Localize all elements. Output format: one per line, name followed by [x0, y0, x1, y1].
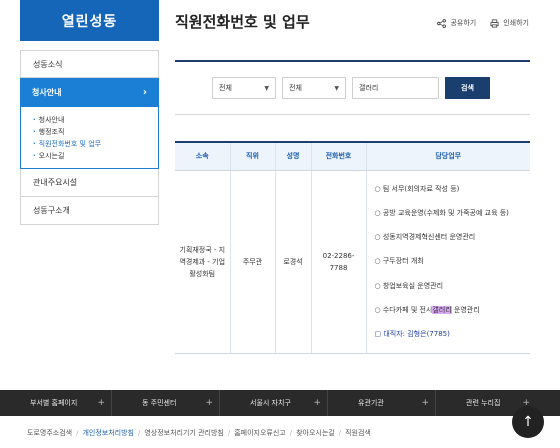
print-label: 인쇄하기: [503, 19, 529, 27]
share-label: 공유하기: [450, 19, 477, 27]
plus-icon: +: [205, 398, 213, 408]
footer-link-directions[interactable]: 찾아오시는길: [296, 428, 335, 438]
arrow-up-icon: ↑: [522, 414, 534, 430]
sidebar-item-office-guide[interactable]: 청사안내 ›: [20, 78, 159, 107]
field-select-value: 전체: [289, 84, 302, 92]
footer-nav-related-orgs[interactable]: 유관기관 +: [328, 390, 436, 416]
cell-dept: 기획재정국 - 지역경제과 - 기업활성화팀: [175, 170, 230, 354]
footer-nav-community-centers[interactable]: 동 주민센터 +: [112, 390, 220, 416]
sidebar-submenu: 청사안내 행정조직 직원전화번호 및 업무 오시는길: [20, 107, 159, 169]
separator: /: [76, 429, 79, 437]
page-tools: 공유하기 인쇄하기: [437, 18, 529, 28]
duty-item-highlighted: 수다카페 및 전시갤러리 운영관리: [375, 298, 531, 322]
footer-nav-label: 서울시 자치구: [250, 399, 291, 407]
col-header-duties: 담당업무: [365, 141, 530, 171]
caret-down-icon: ▼: [264, 84, 269, 92]
cell-duties: 팀 서무(회의자료 작성 등) 공방 교육운영(수제화 및 가죽공예 교육 등)…: [365, 170, 531, 354]
cell-position: 주무관: [229, 170, 275, 354]
share-icon: [437, 18, 447, 28]
sidebar-item-news[interactable]: 성동소식: [20, 50, 159, 78]
col-header-name: 성명: [274, 141, 311, 171]
sidebar-item-district-intro[interactable]: 성동구소개: [20, 197, 159, 225]
footer-link-staff-search[interactable]: 직원검색: [345, 428, 371, 438]
department-select-value: 전체: [219, 84, 232, 92]
substitute-contact: 대직자: 김형은(7785): [375, 322, 531, 346]
duty-item: 성동지역경제혁신센터 운영관리: [375, 225, 531, 249]
footer-nav-seoul-districts[interactable]: 서울시 자치구 +: [220, 390, 328, 416]
footer-nav: 부서별 홈페이지 + 동 주민센터 + 서울시 자치구 + 유관기관 + 관련 …: [0, 390, 560, 416]
footer-links: 도로명주소검색 / 개인정보처리방침 / 영상정보처리기기 관리방침 / 홈페이…: [0, 418, 560, 448]
submenu-item-staff-directory[interactable]: 직원전화번호 및 업무: [33, 138, 146, 150]
duty-item: 구두장터 개최: [375, 249, 531, 273]
separator: /: [289, 429, 293, 437]
footer-nav-label: 유관기관: [358, 399, 384, 407]
footer-link-privacy-policy[interactable]: 개인정보처리방침: [82, 428, 134, 438]
footer-link-error-report[interactable]: 홈페이지오류신고: [234, 428, 286, 438]
field-select[interactable]: 전체 ▼: [282, 77, 346, 99]
plus-icon: +: [313, 398, 321, 408]
sidebar: 열린성동 성동소식 청사안내 › 청사안내 행정조직 직원전화번호 및 업무 오…: [20, 0, 159, 225]
duty-item: 창업보육실 운영관리: [375, 274, 531, 298]
chevron-right-icon: ›: [142, 87, 147, 98]
share-button[interactable]: 공유하기: [437, 18, 476, 28]
printer-icon: [490, 18, 499, 28]
cell-name: 로경석: [274, 170, 311, 354]
plus-icon: +: [421, 398, 429, 408]
search-highlight: 갤러리: [432, 305, 452, 314]
plus-icon: +: [97, 398, 105, 408]
table-row: 기획재정국 - 지역경제과 - 기업활성화팀 주무관 로경석 02-2286-7…: [175, 170, 531, 354]
footer-link-address-search[interactable]: 도로명주소검색: [27, 428, 72, 438]
col-header-position: 직위: [229, 141, 275, 171]
separator: /: [137, 429, 141, 437]
col-header-dept: 소속: [175, 141, 230, 171]
duty-text: 운영관리: [451, 305, 480, 314]
search-input[interactable]: 갤러리: [352, 77, 439, 99]
footer-nav-label: 동 주민센터: [142, 399, 177, 407]
footer-link-cctv-policy[interactable]: 영상정보처리기기 관리방침: [144, 428, 224, 438]
col-header-phone: 전화번호: [310, 141, 366, 171]
table-header-row: 소속 직위 성명 전화번호 담당업무: [175, 141, 530, 171]
footer-nav-label: 부서별 홈페이지: [30, 399, 78, 407]
footer-nav-dept-sites[interactable]: 부서별 홈페이지 +: [0, 390, 112, 416]
separator: /: [227, 429, 231, 437]
staff-table: 소속 직위 성명 전화번호 담당업무 기획재정국 - 지역경제과 - 기업활성화…: [175, 141, 530, 354]
duty-item: 팀 서무(회의자료 작성 등): [375, 177, 531, 201]
duty-text: 수다카페 및 전시: [382, 305, 433, 314]
sidebar-item-facilities[interactable]: 관내주요시설: [20, 169, 159, 197]
sidebar-title: 열린성동: [20, 0, 159, 41]
duty-item: 공방 교육운영(수제화 및 가죽공예 교육 등): [375, 201, 531, 225]
submenu-item-directions[interactable]: 오시는길: [33, 150, 146, 162]
separator: /: [338, 429, 342, 437]
submenu-item-office-guide[interactable]: 청사안내: [33, 114, 146, 126]
search-panel: 전체 ▼ 전체 ▼ 갤러리 검색: [175, 60, 530, 115]
department-select[interactable]: 전체 ▼: [212, 77, 276, 99]
cell-phone: 02-2286-7788: [310, 170, 366, 354]
search-button[interactable]: 검색: [445, 77, 490, 99]
sidebar-item-label: 청사안내: [32, 88, 62, 97]
scroll-top-button[interactable]: ↑: [512, 406, 544, 438]
submenu-item-organization[interactable]: 행정조직: [33, 126, 146, 138]
print-button[interactable]: 인쇄하기: [490, 18, 529, 28]
footer-nav-label: 관련 누리집: [466, 399, 501, 407]
page-title: 직원전화번호 및 업무: [175, 13, 310, 31]
caret-down-icon: ▼: [334, 84, 339, 92]
